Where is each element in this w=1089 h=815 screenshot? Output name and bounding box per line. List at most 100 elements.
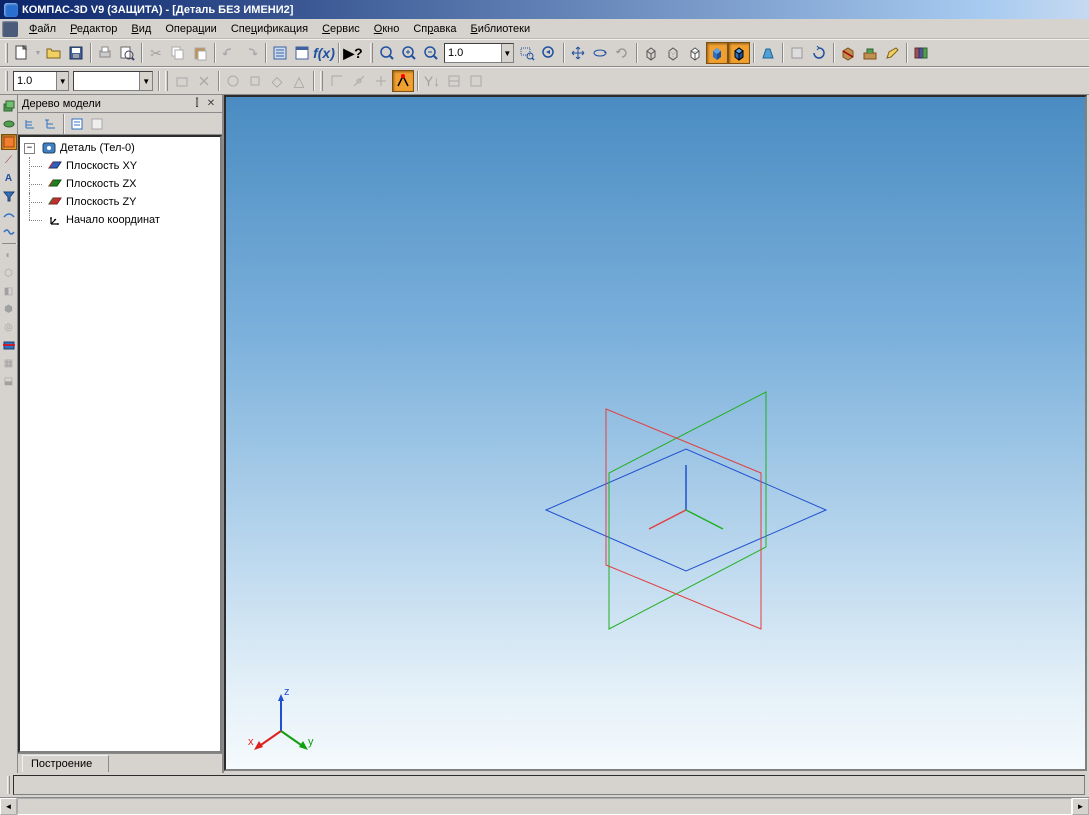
statusbar-grip[interactable] xyxy=(7,776,10,794)
step-input[interactable] xyxy=(14,72,56,90)
print-button[interactable] xyxy=(94,42,116,64)
menu-file[interactable]: Файл xyxy=(22,21,63,37)
tree-btn-1[interactable] xyxy=(20,114,40,134)
close-icon[interactable]: ✕ xyxy=(204,98,218,109)
scroll-left-button[interactable]: ◄ xyxy=(0,798,17,815)
menu-window[interactable]: Окно xyxy=(367,21,407,37)
toolbar-grip-2[interactable] xyxy=(370,43,373,63)
edit-sketch-button[interactable] xyxy=(881,42,903,64)
step-combo[interactable]: ▼ xyxy=(13,71,69,91)
snap-active-button[interactable] xyxy=(392,70,414,92)
tree-node-plane-zy[interactable]: Плоскость ZY xyxy=(20,193,220,211)
wireframe-button[interactable] xyxy=(640,42,662,64)
pin-icon[interactable]: ⫿ xyxy=(190,98,204,109)
op3-button[interactable]: ◇ xyxy=(266,70,288,92)
tool-d6[interactable]: ▦ xyxy=(1,355,17,371)
exit-button[interactable] xyxy=(193,70,215,92)
preview-button[interactable] xyxy=(116,42,138,64)
rebuild-button[interactable] xyxy=(859,42,881,64)
scroll-track[interactable] xyxy=(17,798,1072,815)
tool-sweep[interactable]: ⟋ xyxy=(1,152,17,168)
tool-extrude[interactable] xyxy=(1,98,17,114)
tree-node-plane-xy[interactable]: Плоскость XY xyxy=(20,157,220,175)
save-button[interactable] xyxy=(65,42,87,64)
tool-d4[interactable]: ⬢ xyxy=(1,301,17,317)
menu-help[interactable]: Справка xyxy=(406,21,463,37)
op4-button[interactable]: △ xyxy=(288,70,310,92)
tree-btn-3[interactable] xyxy=(67,114,87,134)
document-control-icon[interactable] xyxy=(2,21,18,37)
dropdown-arrow-icon[interactable]: ▼ xyxy=(501,44,513,62)
menu-view[interactable]: Вид xyxy=(124,21,158,37)
tool-surface[interactable] xyxy=(1,206,17,222)
shaded-edges-button[interactable] xyxy=(728,42,750,64)
hidden-thin-button[interactable] xyxy=(662,42,684,64)
zoom-out-button[interactable] xyxy=(420,42,442,64)
aux3-button[interactable] xyxy=(465,70,487,92)
tool-revolve[interactable] xyxy=(1,116,17,132)
model-tree[interactable]: − Деталь (Тел-0) Плоскость XY Плоскость … xyxy=(18,135,222,753)
shaded-button[interactable] xyxy=(706,42,728,64)
redraw-button[interactable] xyxy=(611,42,633,64)
horizontal-scrollbar[interactable]: ◄ ► xyxy=(0,797,1089,815)
tree-node-origin[interactable]: Начало координат xyxy=(20,211,220,229)
tool-text[interactable]: A xyxy=(1,170,17,186)
3d-viewport[interactable]: z x y xyxy=(224,95,1087,771)
menu-operations[interactable]: Операции xyxy=(158,21,223,37)
tree-btn-4[interactable] xyxy=(87,114,107,134)
menu-service[interactable]: Сервис xyxy=(315,21,367,37)
pan-button[interactable] xyxy=(567,42,589,64)
menu-editor[interactable]: Редактор xyxy=(63,21,124,37)
library-button[interactable] xyxy=(910,42,932,64)
redo-button[interactable] xyxy=(240,42,262,64)
zoom-input[interactable] xyxy=(445,44,501,62)
toolbar-grip-4[interactable] xyxy=(165,71,168,91)
aux2-button[interactable] xyxy=(443,70,465,92)
menu-specification[interactable]: Спецификация xyxy=(224,21,315,37)
toolbar-grip-5[interactable] xyxy=(320,71,323,91)
tool-d7[interactable]: ⬓ xyxy=(1,373,17,389)
snap3-button[interactable] xyxy=(370,70,392,92)
spec-button[interactable] xyxy=(291,42,313,64)
hidden-removed-button[interactable] xyxy=(684,42,706,64)
snap1-button[interactable] xyxy=(326,70,348,92)
new-button[interactable] xyxy=(11,42,33,64)
toolbar-grip[interactable] xyxy=(5,43,8,63)
tool-d2[interactable]: ⬡ xyxy=(1,265,17,281)
section-button[interactable] xyxy=(837,42,859,64)
tool-d5[interactable]: ◎ xyxy=(1,319,17,335)
toolbar-grip-3[interactable] xyxy=(5,71,8,91)
cut-button[interactable]: ✂ xyxy=(145,42,167,64)
tree-btn-2[interactable] xyxy=(40,114,60,134)
properties-button[interactable] xyxy=(269,42,291,64)
tool-filter[interactable] xyxy=(1,188,17,204)
tree-node-plane-zx[interactable]: Плоскость ZX xyxy=(20,175,220,193)
new-dropdown[interactable]: ▼ xyxy=(33,42,43,64)
sketch-button[interactable] xyxy=(171,70,193,92)
open-button[interactable] xyxy=(43,42,65,64)
tab-build[interactable]: Построение xyxy=(22,755,109,772)
zoom-window-button[interactable] xyxy=(516,42,538,64)
zoom-fit-button[interactable] xyxy=(376,42,398,64)
perspective-button[interactable] xyxy=(757,42,779,64)
undo-button[interactable] xyxy=(218,42,240,64)
variables-button[interactable]: f(x) xyxy=(313,42,335,64)
zoom-in-button[interactable] xyxy=(398,42,420,64)
zoom-prev-button[interactable] xyxy=(538,42,560,64)
rotate-button[interactable] xyxy=(589,42,611,64)
dropdown-arrow-icon[interactable]: ▼ xyxy=(56,72,68,90)
tool-active[interactable] xyxy=(1,134,17,150)
menu-libraries[interactable]: Библиотеки xyxy=(464,21,538,37)
paste-button[interactable] xyxy=(189,42,211,64)
help-button[interactable]: ▶? xyxy=(342,42,364,64)
layer-combo[interactable]: ▼ xyxy=(73,71,153,91)
op1-button[interactable] xyxy=(222,70,244,92)
tool-cut[interactable] xyxy=(1,337,17,353)
tool-d1[interactable]: ◐ xyxy=(1,247,17,263)
tree-root-node[interactable]: − Деталь (Тел-0) xyxy=(20,139,220,157)
simplify-button[interactable] xyxy=(786,42,808,64)
collapse-icon[interactable]: − xyxy=(24,143,35,154)
tool-deform[interactable] xyxy=(1,224,17,240)
dropdown-arrow-icon[interactable]: ▼ xyxy=(139,72,152,90)
op2-button[interactable] xyxy=(244,70,266,92)
